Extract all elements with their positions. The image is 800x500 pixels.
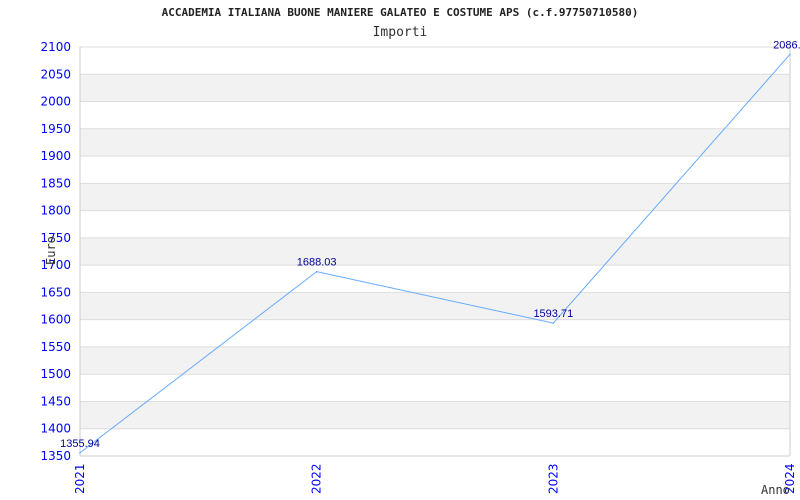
y-tick-label: 1500 xyxy=(40,367,71,381)
grid-band xyxy=(80,128,790,157)
y-tick-label: 1850 xyxy=(40,176,71,190)
y-tick-label: 1350 xyxy=(40,449,71,463)
plot-area: 1350140014501500155016001650170017501800… xyxy=(40,39,800,497)
x-tick-label: 2022 xyxy=(310,463,324,494)
grid-band xyxy=(80,346,790,375)
y-tick-label: 1550 xyxy=(40,340,71,354)
x-tick-label: 2021 xyxy=(73,463,87,494)
y-tick-label: 1450 xyxy=(40,394,71,408)
y-axis-label: Euro xyxy=(44,236,58,265)
data-point xyxy=(79,451,81,454)
data-label: 1355.94 xyxy=(60,438,100,450)
data-label: 2086.6 xyxy=(773,39,800,51)
x-axis-label: Anno xyxy=(761,483,790,497)
chart: ACCADEMIA ITALIANA BUONE MANIERE GALATEO… xyxy=(0,0,800,500)
data-point xyxy=(789,53,791,56)
grid-band xyxy=(80,292,790,320)
y-tick-label: 1400 xyxy=(40,422,71,436)
y-tick-label: 1800 xyxy=(40,204,71,218)
y-tick-label: 2000 xyxy=(40,95,71,109)
grid-band xyxy=(80,183,790,211)
grid-band xyxy=(80,74,790,102)
x-tick-label: 2023 xyxy=(546,463,560,494)
grid-band xyxy=(80,401,790,429)
y-tick-label: 1600 xyxy=(40,313,71,327)
data-point xyxy=(315,270,318,273)
y-tick-label: 1950 xyxy=(40,122,71,136)
data-label: 1688.03 xyxy=(297,257,337,269)
y-tick-label: 1650 xyxy=(40,285,71,299)
data-label: 1593.71 xyxy=(533,308,573,320)
data-point xyxy=(552,322,555,324)
y-tick-label: 1900 xyxy=(40,149,71,163)
y-tick-label: 2100 xyxy=(40,40,71,54)
y-tick-label: 2050 xyxy=(40,67,71,81)
grid-band xyxy=(80,237,790,266)
